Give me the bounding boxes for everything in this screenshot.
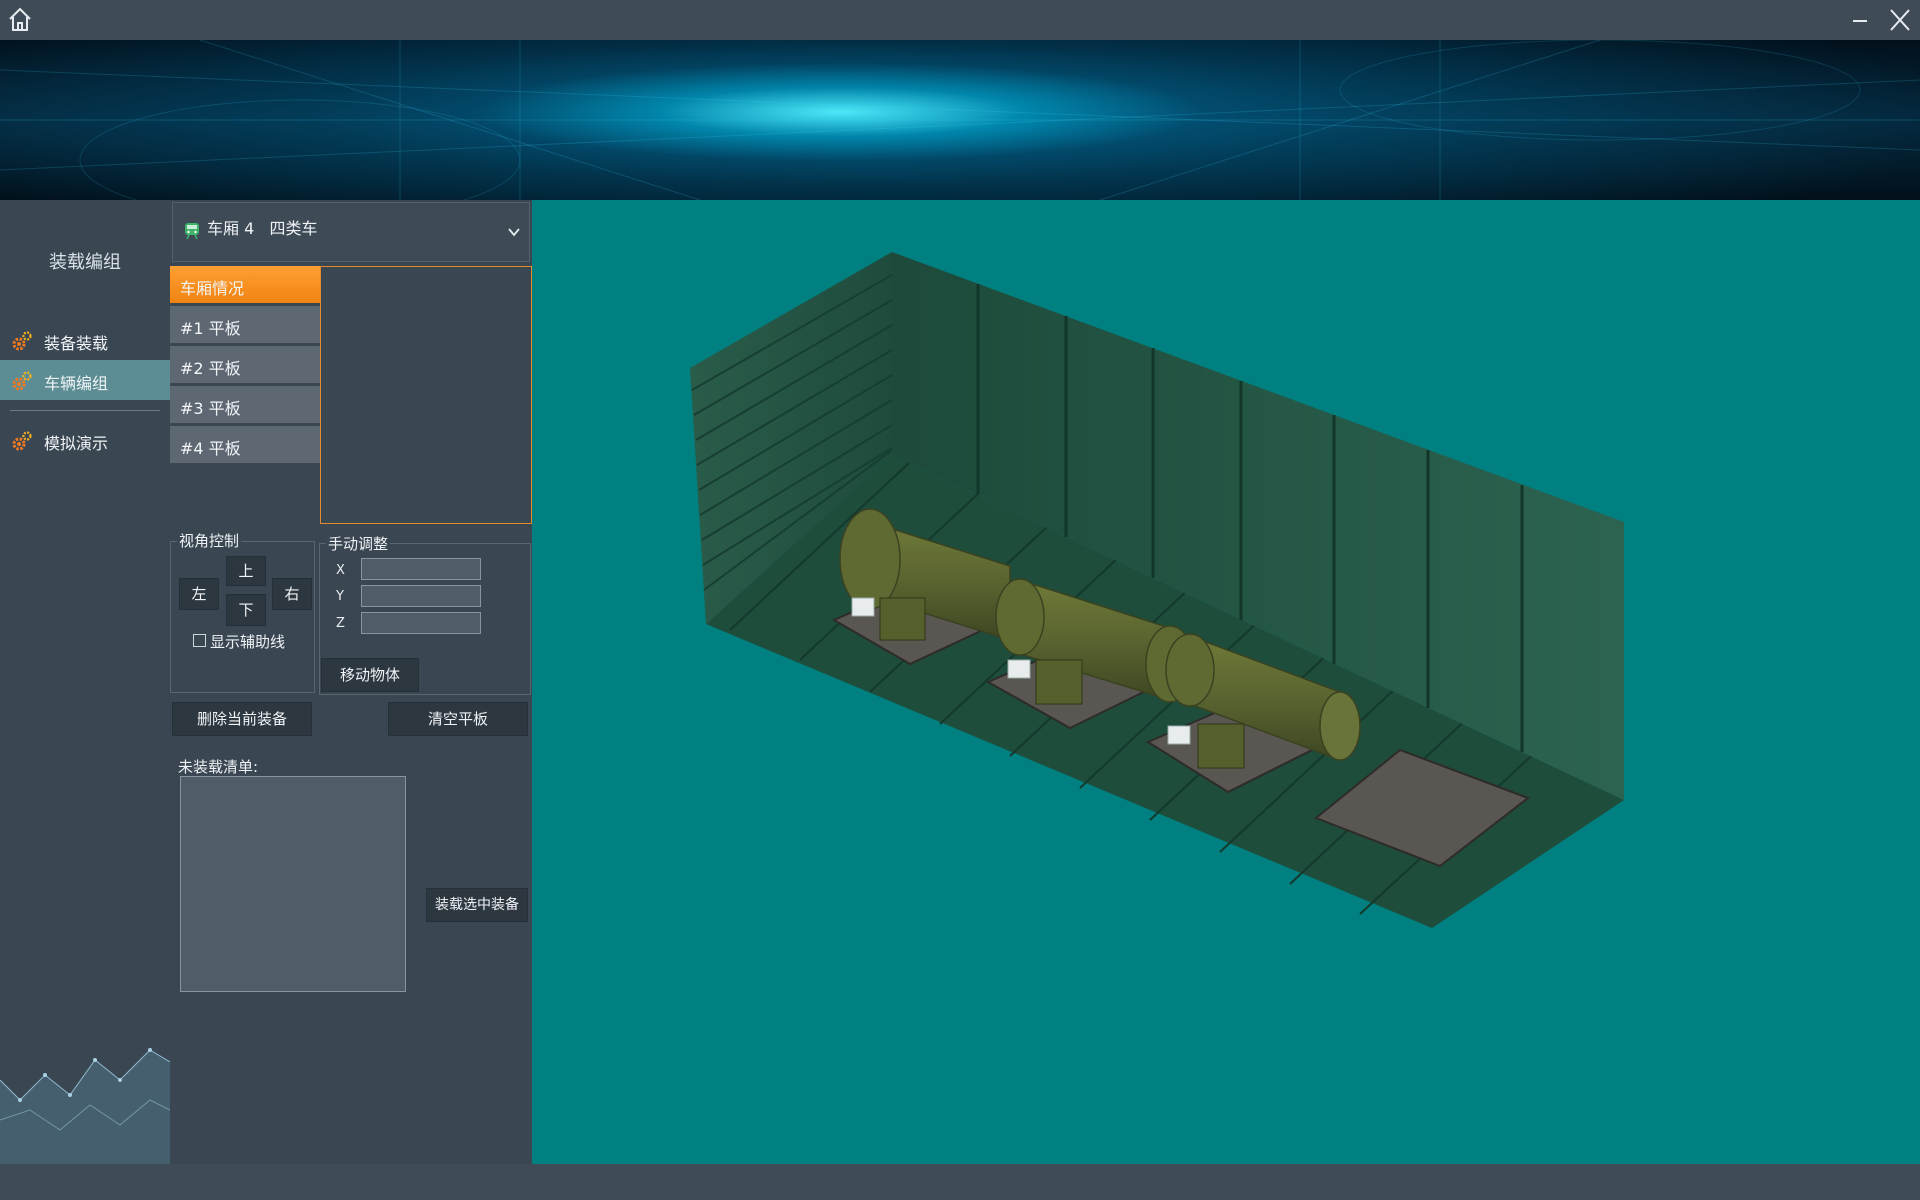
minimize-icon[interactable]: [1840, 2, 1880, 38]
gear-icon: [12, 431, 32, 451]
delete-current-equipment-button[interactable]: 删除当前装备: [172, 702, 312, 736]
tab-car-status[interactable]: 车厢情况: [170, 266, 320, 304]
sidebar-item-simulation-demo[interactable]: 模拟演示: [0, 420, 170, 460]
sidebar-title: 装载编组: [49, 252, 121, 273]
tab-label: #3 平板: [180, 399, 241, 418]
gear-icon: [12, 331, 32, 351]
banner-graphic: [0, 40, 1920, 200]
y-coordinate-input[interactable]: [361, 585, 481, 607]
view-control-title: 视角控制: [177, 530, 242, 551]
sidebar-item-label: 装备装载: [44, 334, 109, 353]
sidebar: 装载编组 装备装载 车辆编组 模拟演示: [0, 200, 170, 1164]
tab-label: #1 平板: [180, 319, 241, 338]
tab-content-panel: [320, 266, 532, 524]
y-label: Y: [336, 589, 344, 604]
close-icon[interactable]: [1880, 2, 1920, 38]
sidebar-decoration: [0, 1048, 170, 1164]
tab-flatbed-3[interactable]: #3 平板: [170, 386, 320, 424]
train-icon: [185, 223, 199, 240]
show-guides-label: 显示辅助线: [210, 633, 286, 651]
view-down-button[interactable]: 下: [226, 594, 266, 626]
unloaded-list[interactable]: [180, 776, 406, 992]
status-bar: [0, 1164, 1920, 1200]
x-coordinate-input[interactable]: [361, 558, 481, 580]
move-object-button[interactable]: 移动物体: [321, 658, 419, 692]
tab-flatbed-2[interactable]: #2 平板: [170, 346, 320, 384]
clear-flatbed-button[interactable]: 清空平板: [388, 702, 528, 736]
load-selected-button[interactable]: 装载选中装备: [426, 888, 528, 922]
unloaded-list-title: 未装载清单:: [178, 758, 259, 776]
railcar-scene: [690, 252, 1624, 928]
view-right-button[interactable]: 右: [272, 578, 312, 610]
home-icon[interactable]: [6, 4, 34, 34]
chevron-down-icon[interactable]: [507, 225, 521, 239]
z-coordinate-input[interactable]: [361, 612, 481, 634]
sidebar-item-label: 车辆编组: [44, 374, 109, 393]
title-bar: [0, 0, 1920, 40]
tab-flatbed-1[interactable]: #1 平板: [170, 306, 320, 344]
view-up-button[interactable]: 上: [226, 556, 266, 586]
3d-viewport[interactable]: [532, 200, 1920, 1164]
tab-flatbed-4[interactable]: #4 平板: [170, 426, 320, 464]
sidebar-divider: [10, 410, 160, 411]
car-selector-dropdown[interactable]: 车厢 4 四类车: [172, 202, 530, 262]
car-selector-value: 车厢 4 四类车: [207, 219, 318, 238]
view-left-button[interactable]: 左: [179, 578, 219, 610]
tab-label: #4 平板: [180, 439, 241, 458]
manual-adjust-title: 手动调整: [326, 533, 391, 554]
z-label: Z: [336, 616, 345, 631]
sidebar-item-equipment-loading[interactable]: 装备装载: [0, 320, 170, 360]
gear-icon: [12, 371, 32, 391]
tab-label: #2 平板: [180, 359, 241, 378]
show-guides-checkbox[interactable]: [193, 634, 206, 647]
x-label: X: [336, 563, 345, 578]
sidebar-item-vehicle-marshalling[interactable]: 车辆编组: [0, 360, 170, 400]
header-banner: [0, 40, 1920, 200]
tab-label: 车厢情况: [180, 279, 245, 298]
sidebar-item-label: 模拟演示: [44, 434, 109, 453]
